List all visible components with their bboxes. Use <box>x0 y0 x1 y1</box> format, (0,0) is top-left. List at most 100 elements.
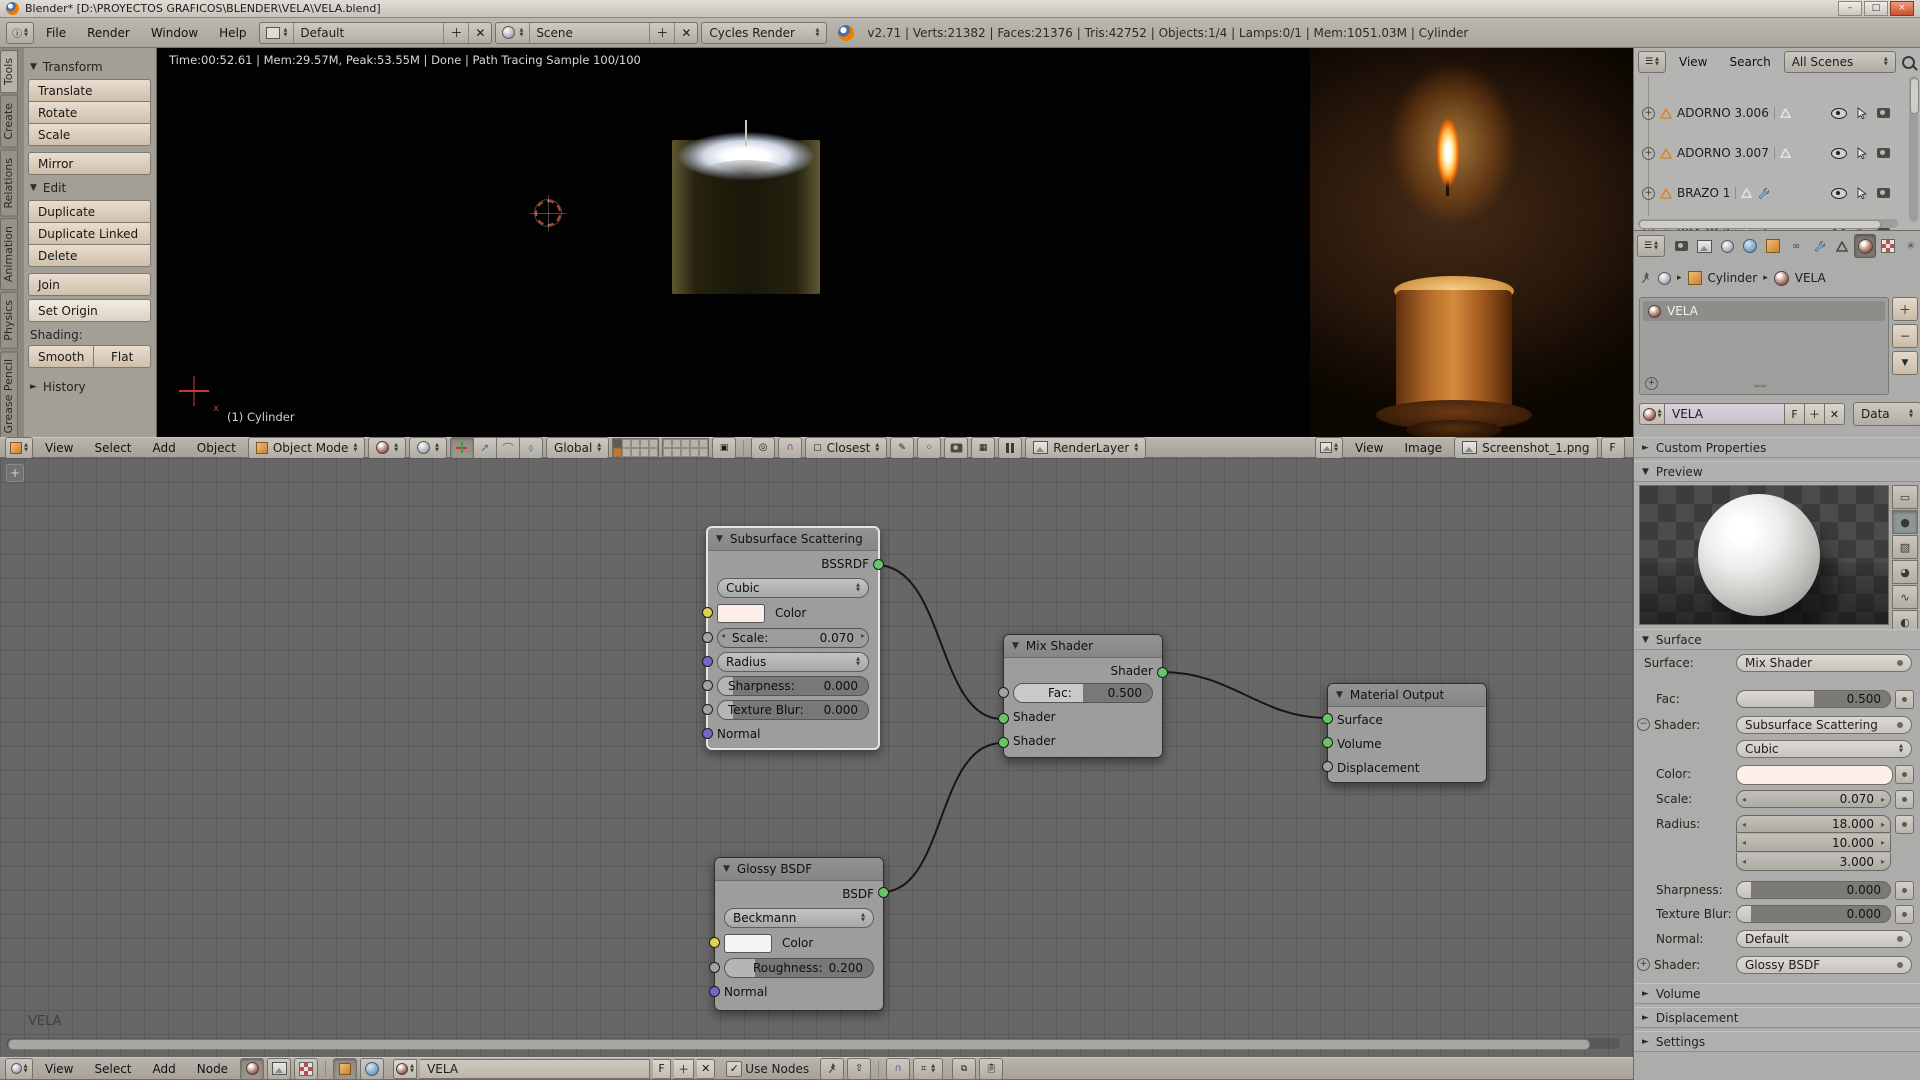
delete-scene-button[interactable]: ✕ <box>674 23 697 43</box>
socket-surface-input[interactable] <box>1322 713 1333 724</box>
render-anim-button[interactable]: ▦ <box>971 437 995 459</box>
node-subsurface-scattering[interactable]: ▼Subsurface Scattering BSSRDF Cubic Colo… <box>706 526 880 750</box>
sharpness-link-button[interactable] <box>1895 881 1914 900</box>
socket-shader1-input[interactable] <box>998 713 1009 724</box>
object-name[interactable]: ADORNO 3.007 <box>1677 146 1769 160</box>
arrow-left-icon[interactable]: ◂ <box>1742 857 1746 866</box>
node-header[interactable]: ▼Mix Shader <box>1004 635 1162 658</box>
editor-type-button[interactable] <box>5 1058 33 1080</box>
node-mix-shader[interactable]: ▼Mix Shader Shader Fac:0.500 Shader Shad… <box>1003 634 1163 758</box>
sharpness-slider[interactable]: 0.000 <box>1736 881 1891 899</box>
pin-icon[interactable] <box>1640 271 1652 285</box>
breadcrumb-material[interactable]: VELA <box>1795 271 1826 285</box>
socket-fac-input[interactable] <box>998 687 1009 698</box>
tab-texture[interactable] <box>1877 234 1899 258</box>
node-header[interactable]: ▼Subsurface Scattering <box>708 528 878 551</box>
scale-button[interactable]: Scale <box>28 124 151 146</box>
tab-object-data[interactable] <box>1831 234 1853 258</box>
browse-material-button[interactable] <box>393 1059 417 1079</box>
orientation-select[interactable]: Global <box>546 437 609 459</box>
menu-add[interactable]: Add <box>144 1059 185 1079</box>
menu-help[interactable]: Help <box>210 23 255 43</box>
rotate-button[interactable]: Rotate <box>28 102 151 124</box>
arrow-right-icon[interactable]: ▸ <box>1881 795 1885 804</box>
render-engine-select[interactable]: Cycles Render <box>701 22 827 44</box>
tab-relations[interactable]: Relations <box>0 150 18 217</box>
new-material-button[interactable]: ＋ <box>674 1059 694 1079</box>
material-name-input[interactable]: VELA <box>1665 403 1785 425</box>
outliner-row[interactable]: + ADORNO 3.006 <box>1634 103 1920 123</box>
menu-search[interactable]: Search <box>1720 52 1779 72</box>
editor-type-button[interactable] <box>5 437 33 459</box>
expand-shader-icon[interactable]: + <box>1637 958 1650 971</box>
renderability-camera-icon[interactable] <box>1877 188 1890 198</box>
menu-view[interactable]: View <box>1346 438 1392 458</box>
socket-normal-input[interactable] <box>709 986 720 997</box>
minimize-button[interactable]: – <box>1838 1 1862 16</box>
scale-field[interactable]: ◂Scale:0.070▸ <box>717 628 869 648</box>
arrow-right-icon[interactable]: ▸ <box>1881 838 1885 847</box>
new-material-button[interactable]: ＋ <box>1805 403 1825 425</box>
shade-flat-button[interactable]: Flat <box>94 345 151 368</box>
menu-view[interactable]: View <box>1670 52 1716 72</box>
color-swatch[interactable] <box>1736 765 1893 785</box>
slot-menu-button[interactable]: ▼ <box>1892 351 1918 375</box>
scene-name[interactable]: Scene <box>529 23 649 43</box>
duplicate-button[interactable]: Duplicate <box>28 200 151 223</box>
scrollbar-thumb[interactable] <box>8 1039 1590 1050</box>
panel-header-edit[interactable]: ▼Edit <box>30 181 149 195</box>
remove-slot-button[interactable]: − <box>1892 324 1918 348</box>
panel-header-settings[interactable]: ► Settings <box>1634 1031 1920 1052</box>
layers-grid-2[interactable] <box>662 438 709 458</box>
tab-grease-pencil[interactable]: Grease Pencil <box>0 351 18 441</box>
manipulator-toggle-button[interactable] <box>450 437 474 459</box>
duplicate-linked-button[interactable]: Duplicate Linked <box>28 223 151 245</box>
sharpness-slider[interactable]: Sharpness:0.000 <box>717 676 869 696</box>
fac-slider[interactable]: 0.500 <box>1736 690 1891 708</box>
tab-scene[interactable] <box>1716 234 1738 258</box>
menu-select[interactable]: Select <box>85 438 140 458</box>
panel-header-transform[interactable]: ▼Transform <box>30 60 149 74</box>
tab-render-layers[interactable] <box>1693 234 1715 258</box>
socket-scale-input[interactable] <box>702 632 713 643</box>
texture-blur-slider[interactable]: Texture Blur:0.000 <box>717 700 869 720</box>
add-layout-button[interactable]: ＋ <box>443 23 468 43</box>
pivot-select[interactable] <box>409 437 447 459</box>
pin-button[interactable] <box>820 1058 844 1080</box>
tab-animation[interactable]: Animation <box>0 218 18 290</box>
node-material-output[interactable]: ▼Material Output Surface Volume Displace… <box>1327 683 1487 783</box>
socket-color-input[interactable] <box>709 937 720 948</box>
expand-icon[interactable]: + <box>1642 147 1655 160</box>
expand-icon[interactable]: + <box>1642 107 1655 120</box>
preview-sphere-button[interactable]: ● <box>1892 510 1918 534</box>
visibility-eye-icon[interactable] <box>1831 108 1847 119</box>
node-editor[interactable]: ▼Subsurface Scattering BSSRDF Cubic Colo… <box>0 458 1633 1057</box>
menu-render[interactable]: Render <box>78 23 139 43</box>
add-scene-button[interactable]: ＋ <box>649 23 674 43</box>
color-swatch[interactable] <box>724 934 772 953</box>
menu-file[interactable]: File <box>37 23 75 43</box>
panel-header-preview[interactable]: ▼ Preview <box>1634 461 1920 482</box>
tab-modifiers[interactable] <box>1808 234 1830 258</box>
material-slot-active[interactable]: VELA <box>1643 301 1885 321</box>
browse-material-button[interactable] <box>1639 403 1665 425</box>
tab-world[interactable] <box>1739 234 1761 258</box>
render-opengl-button[interactable]: ✎ <box>890 437 914 459</box>
renderability-camera-icon[interactable] <box>1877 108 1890 118</box>
scrollbar-thumb[interactable] <box>1910 78 1919 114</box>
tab-particles[interactable]: ✳ <box>1900 234 1920 258</box>
use-nodes-checkbox[interactable]: ✓ <box>726 1061 742 1077</box>
region-expand-icon[interactable]: + <box>6 464 24 482</box>
editor-type-button[interactable]: ⓘ <box>6 22 34 44</box>
tab-tools[interactable]: Tools <box>0 50 18 93</box>
socket-normal-input[interactable] <box>702 728 713 739</box>
unlink-material-button[interactable]: ✕ <box>1825 403 1845 425</box>
socket-bssrdf-output[interactable] <box>873 559 884 570</box>
copy-nodes-button[interactable]: ⧉ <box>952 1058 976 1080</box>
mirror-button[interactable]: Mirror <box>28 152 151 175</box>
close-button[interactable]: × <box>1890 1 1914 16</box>
compositing-nodes-button[interactable] <box>267 1058 291 1080</box>
set-origin-button[interactable]: Set Origin <box>28 299 151 322</box>
join-button[interactable]: Join <box>28 273 151 296</box>
mode-select[interactable]: Object Mode <box>248 437 365 459</box>
